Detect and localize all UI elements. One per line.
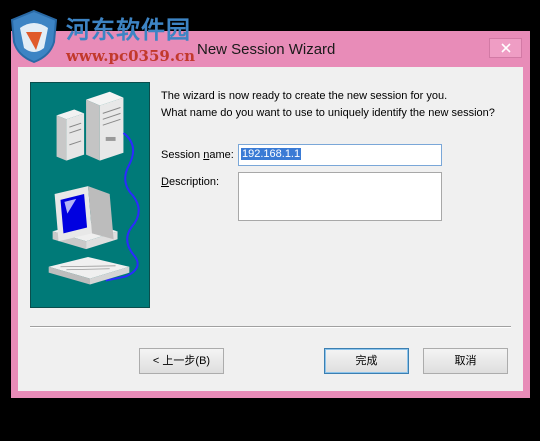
finish-button[interactable]: 完成 [324, 348, 409, 374]
watermark-title: 河东软件园 [66, 15, 191, 44]
shield-logo-icon [10, 9, 58, 64]
back-button[interactable]: < 上一步(B) [139, 348, 224, 374]
close-button[interactable] [489, 38, 522, 58]
session-name-input[interactable]: 192.168.1.1 [238, 144, 442, 166]
intro-line-1: The wizard is now ready to create the ne… [161, 90, 448, 102]
intro-line-2: What name do you want to use to uniquely… [161, 107, 495, 119]
close-icon [501, 43, 511, 53]
wizard-window: New Session Wizard The wizard is now rea… [11, 31, 530, 398]
dialog-client-area: The wizard is now ready to create the ne… [18, 67, 523, 391]
intro-text: The wizard is now ready to create the ne… [161, 88, 495, 122]
window-title: New Session Wizard [197, 41, 336, 58]
watermark-url: www.pc0359.cn [66, 47, 196, 65]
separator [30, 326, 511, 328]
computer-network-illustration [30, 82, 150, 308]
description-label: Description: [161, 176, 220, 188]
description-textarea[interactable] [238, 172, 442, 221]
cancel-button[interactable]: 取消 [423, 348, 508, 374]
server-icon [56, 109, 85, 161]
server-icon [86, 91, 124, 161]
session-name-label: Session name: [161, 149, 234, 161]
